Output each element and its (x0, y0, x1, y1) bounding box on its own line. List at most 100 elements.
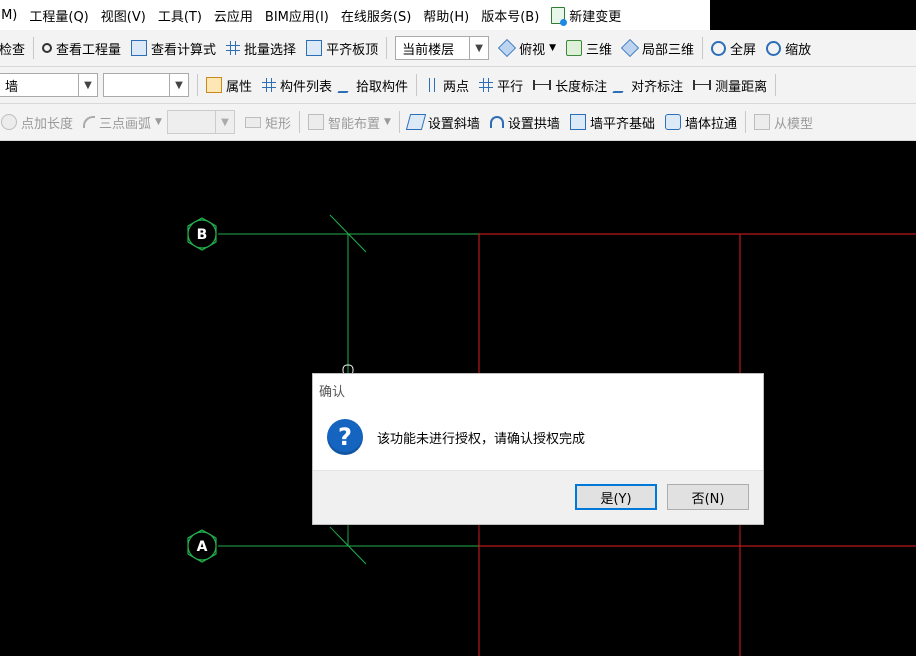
zoom-icon (766, 40, 782, 56)
chevron-down-icon[interactable]: ▼ (169, 74, 188, 96)
partial-3d-button[interactable]: 局部三维 (617, 30, 699, 66)
wall-flush-foundation-button[interactable]: 墙平齐基础 (565, 104, 660, 140)
menu-item-quantity[interactable]: 工程量(Q) (29, 6, 94, 25)
three-d-button[interactable]: 三维 (561, 30, 617, 66)
floor-dropdown[interactable]: 当前楼层 ▼ (395, 36, 490, 60)
top-view-button[interactable]: 俯视 ▼ (494, 30, 561, 66)
zoom-label: 缩放 (785, 42, 812, 58)
glasses-icon (42, 43, 53, 53)
axis-label-a: A (197, 539, 208, 555)
properties-button[interactable]: 属性 (201, 67, 257, 103)
axis-bubble-a[interactable]: A (187, 529, 217, 563)
toolbar-divider (398, 111, 400, 133)
component-name-dropdown[interactable]: ▼ (103, 73, 189, 97)
zoom-button[interactable]: 缩放 (761, 30, 816, 66)
caret-down-icon[interactable]: ▼ (549, 43, 556, 53)
toolbar-divider (33, 37, 35, 59)
menu-item-view[interactable]: 视图(V) (101, 6, 152, 25)
partial-3d-icon (620, 38, 640, 58)
component-list-button[interactable]: 构件列表 (257, 67, 337, 103)
properties-icon (206, 77, 222, 93)
toolbar-divider (298, 111, 300, 133)
from-model-label: 从模型 (773, 116, 813, 132)
set-arch-wall-button[interactable]: 设置拱墙 (485, 104, 565, 140)
arc-option-dropdown[interactable]: ▼ (166, 110, 235, 134)
wall-stretch-button[interactable]: 墙体拉通 (660, 104, 742, 140)
floor-select[interactable]: 当前楼层 ▼ (390, 30, 494, 66)
parallel-icon (479, 78, 494, 92)
arc-option-select[interactable]: ▼ (166, 104, 240, 140)
main-toolbar: 检查 查看工程量 查看计算式 批量选择 平齐板顶 当前楼层 ▼ 俯视 ▼ 三维 … (0, 30, 916, 67)
aligned-dim-button[interactable]: 对齐标注 (612, 67, 688, 103)
caret-down-icon[interactable]: ▼ (384, 117, 391, 127)
list-icon (262, 78, 277, 92)
top-view-label: 俯视 (519, 42, 546, 58)
view-quantity-button[interactable]: 查看工程量 (37, 30, 126, 66)
length-dim-icon (533, 80, 552, 90)
menu-item-tools[interactable]: 工具(T) (158, 6, 208, 25)
menu-item-online[interactable]: 在线服务(S) (341, 6, 417, 25)
yes-button[interactable]: 是(Y) (575, 484, 657, 510)
add-length-button[interactable]: 点加长度 (0, 104, 78, 140)
add-length-icon (1, 114, 17, 130)
two-points-label: 两点 (443, 79, 470, 95)
smart-layout-icon (307, 114, 324, 130)
rectangle-button[interactable]: 矩形 (240, 104, 296, 140)
axis-bubble-b[interactable]: B (187, 217, 217, 251)
pick-icon (337, 77, 357, 93)
dialog-footer: 是(Y) 否(N) (313, 470, 763, 524)
new-change-label: 新建变更 (569, 9, 622, 25)
component-type-select[interactable]: 墙 ▼ (0, 67, 103, 103)
question-icon: ? (327, 419, 363, 455)
parallel-label: 平行 (497, 79, 524, 95)
new-change-button[interactable]: 新建变更 (551, 6, 627, 26)
axis-label-b: B (197, 227, 208, 243)
two-points-button[interactable]: 两点 (420, 67, 474, 103)
pick-component-button[interactable]: 拾取构件 (337, 67, 413, 103)
three-point-arc-button[interactable]: 三点画弧 ▼ (78, 104, 167, 140)
length-dim-button[interactable]: 长度标注 (528, 67, 612, 103)
view-formula-label: 查看计算式 (151, 42, 217, 58)
aligned-dim-label: 对齐标注 (631, 79, 684, 95)
sloped-wall-icon (405, 114, 427, 130)
smart-layout-button[interactable]: 智能布置 ▼ (303, 104, 396, 140)
no-button[interactable]: 否(N) (667, 484, 749, 510)
batch-select-button[interactable]: 批量选择 (221, 30, 301, 66)
measure-distance-button[interactable]: 测量距离 (688, 67, 772, 103)
menu-item-version[interactable]: 版本号(B) (481, 6, 545, 25)
rectangle-icon (244, 116, 261, 128)
menu-item-bim[interactable]: BIM应用(I) (265, 6, 335, 25)
aligned-dim-icon (612, 77, 632, 93)
component-type-dropdown[interactable]: 墙 ▼ (0, 73, 98, 97)
check-label: 检查 (0, 42, 26, 58)
set-sloped-wall-button[interactable]: 设置斜墙 (403, 104, 485, 140)
menu-item-help[interactable]: 帮助(H) (423, 6, 475, 25)
component-name-select[interactable]: ▼ (103, 67, 194, 103)
chevron-down-icon[interactable]: ▼ (78, 74, 97, 96)
foundation-icon (569, 114, 586, 130)
full-screen-button[interactable]: 全屏 (706, 30, 761, 66)
toolbar-divider (775, 74, 777, 96)
menu-item-cloud[interactable]: 云应用 (214, 6, 259, 25)
dialog-body: ? 该功能未进行授权，请确认授权完成 (313, 404, 763, 470)
menu-item-modify[interactable]: (M) (0, 8, 23, 23)
dialog-title: 确认 (319, 385, 346, 400)
flush-slab-top-button[interactable]: 平齐板顶 (301, 30, 383, 66)
formula-icon (131, 40, 148, 56)
batch-select-label: 批量选择 (244, 42, 297, 58)
smart-layout-label: 智能布置 (327, 116, 380, 132)
toolbar-divider (386, 37, 388, 59)
view-formula-button[interactable]: 查看计算式 (126, 30, 221, 66)
check-button[interactable]: 检查 (0, 30, 30, 66)
caret-down-icon[interactable]: ▼ (155, 117, 162, 127)
dialog-message: 该功能未进行授权，请确认授权完成 (377, 431, 586, 447)
length-dim-label: 长度标注 (555, 79, 608, 95)
ruler-icon (693, 80, 712, 90)
pick-component-label: 拾取构件 (356, 79, 409, 95)
chevron-down-icon[interactable]: ▼ (214, 111, 234, 133)
set-sloped-wall-label: 设置斜墙 (427, 116, 480, 132)
from-model-button[interactable]: 从模型 (749, 104, 818, 140)
arc-icon (83, 116, 96, 128)
parallel-button[interactable]: 平行 (474, 67, 528, 103)
chevron-down-icon[interactable]: ▼ (469, 37, 489, 59)
